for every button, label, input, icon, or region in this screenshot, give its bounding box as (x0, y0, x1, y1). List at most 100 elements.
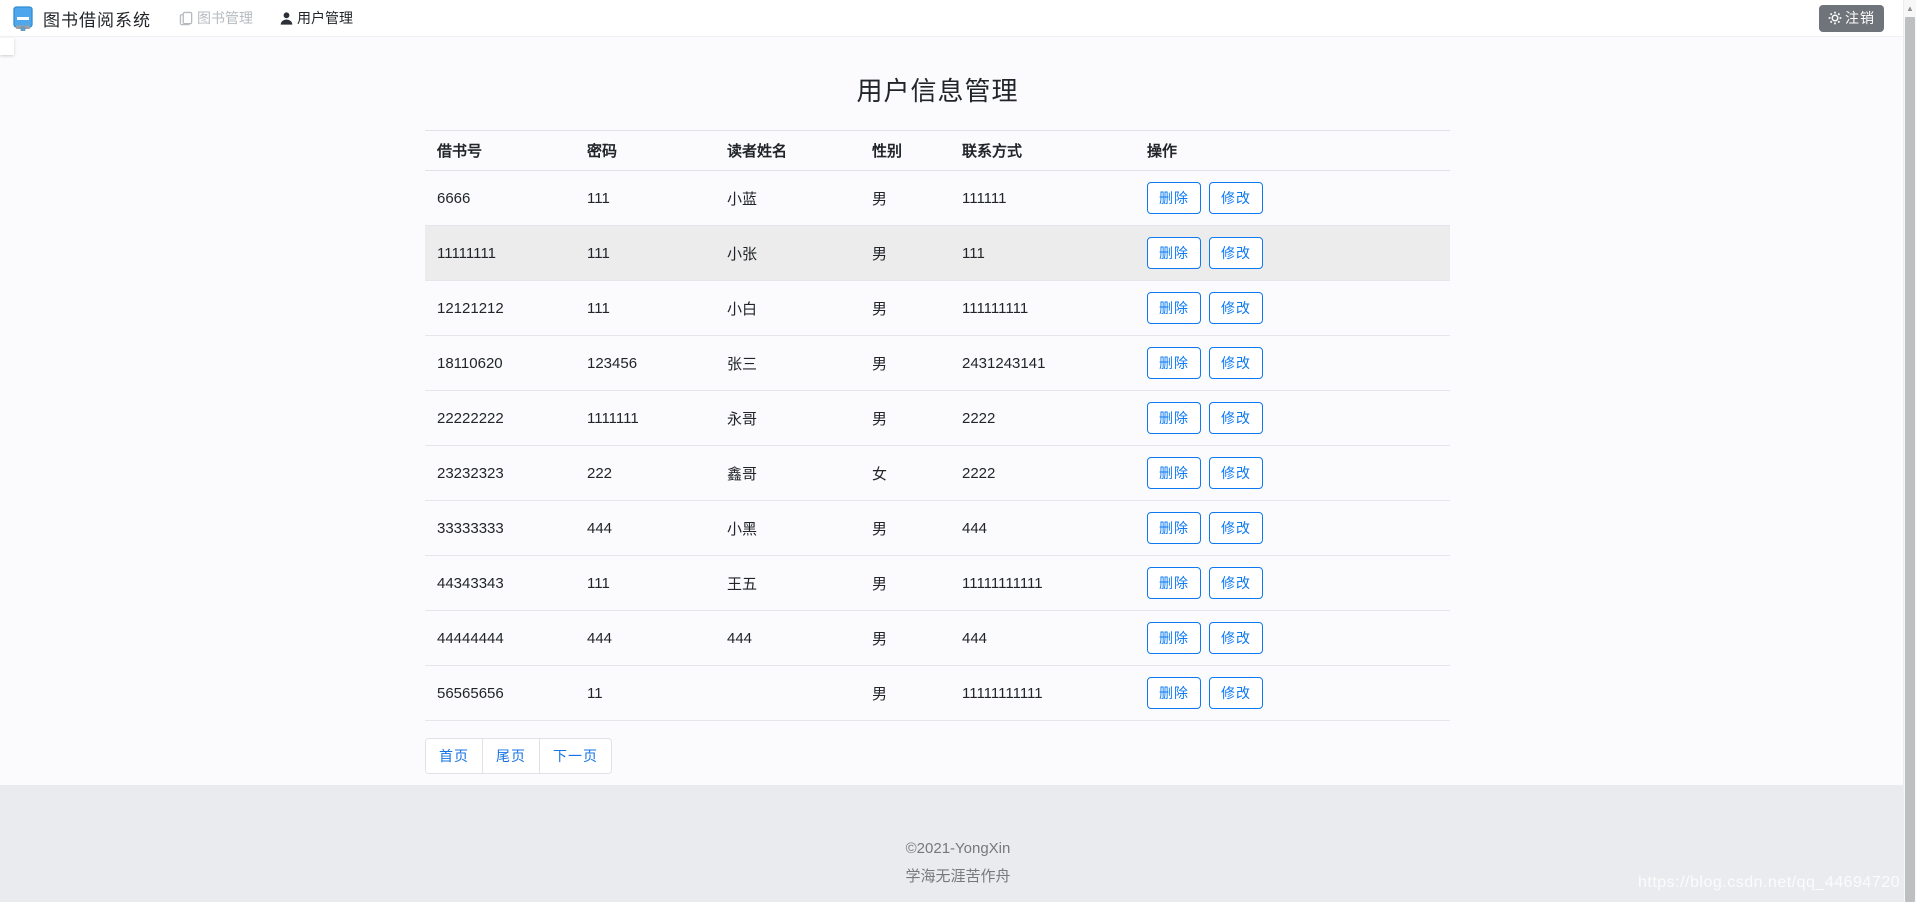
cell-name: 永哥 (715, 391, 860, 446)
motto-text: 学海无涯苦作舟 (0, 865, 1916, 886)
cell-password: 111 (575, 171, 715, 226)
cell-borrow-id: 44444444 (425, 611, 575, 666)
nav-item-book-management[interactable]: 图书管理 (179, 8, 253, 28)
books-icon (179, 11, 194, 26)
cell-actions: 删除修改 (1135, 336, 1450, 391)
table-row: 11111111111小张男111删除修改 (425, 226, 1450, 281)
cell-actions: 删除修改 (1135, 666, 1450, 721)
column-header-gender: 性别 (860, 131, 950, 171)
cell-name: 鑫哥 (715, 446, 860, 501)
delete-button[interactable]: 删除 (1147, 567, 1201, 599)
cell-borrow-id: 44343343 (425, 556, 575, 611)
delete-button[interactable]: 删除 (1147, 512, 1201, 544)
cell-password: 123456 (575, 336, 715, 391)
edit-button[interactable]: 修改 (1209, 292, 1263, 324)
cell-contact: 111 (950, 226, 1135, 281)
table-row: 6666111小蓝男111111删除修改 (425, 171, 1450, 226)
cell-password: 1111111 (575, 391, 715, 446)
cell-name (715, 666, 860, 721)
edit-button[interactable]: 修改 (1209, 567, 1263, 599)
edit-button[interactable]: 修改 (1209, 347, 1263, 379)
pagination: 首页尾页下一页 (425, 738, 612, 774)
delete-button[interactable]: 删除 (1147, 347, 1201, 379)
cell-borrow-id: 22222222 (425, 391, 575, 446)
table-row: 44444444444444男444删除修改 (425, 611, 1450, 666)
brand[interactable]: 图书借阅系统 (12, 6, 151, 31)
cell-gender: 男 (860, 226, 950, 281)
delete-button[interactable]: 删除 (1147, 402, 1201, 434)
nav-item-label: 用户管理 (297, 8, 353, 28)
delete-button[interactable]: 删除 (1147, 457, 1201, 489)
cell-gender: 男 (860, 611, 950, 666)
nav-links: 图书管理 用户管理 (179, 8, 353, 28)
cell-gender: 男 (860, 501, 950, 556)
cell-borrow-id: 56565656 (425, 666, 575, 721)
table-row: 222222221111111永哥男2222删除修改 (425, 391, 1450, 446)
cell-name: 王五 (715, 556, 860, 611)
cell-gender: 女 (860, 446, 950, 501)
copyright-text: ©2021-YongXin (0, 840, 1916, 857)
cell-name: 张三 (715, 336, 860, 391)
logout-label: 注销 (1845, 8, 1875, 28)
cell-actions: 删除修改 (1135, 611, 1450, 666)
cell-contact: 111111 (950, 171, 1135, 226)
vertical-scrollbar[interactable]: ▲ (1903, 0, 1916, 902)
cell-name: 小黑 (715, 501, 860, 556)
delete-button[interactable]: 删除 (1147, 677, 1201, 709)
delete-button[interactable]: 删除 (1147, 182, 1201, 214)
delete-button[interactable]: 删除 (1147, 292, 1201, 324)
pagination-next-button[interactable]: 下一页 (539, 739, 611, 773)
main-content: 用户信息管理 借书号密码读者姓名性别联系方式操作 6666111小蓝男11111… (425, 37, 1450, 774)
cell-password: 11 (575, 666, 715, 721)
navbar: 图书借阅系统 图书管理 用户管理 (0, 0, 1916, 37)
cell-password: 111 (575, 281, 715, 336)
corner-widget (0, 38, 14, 55)
table-row: 33333333444小黑男444删除修改 (425, 501, 1450, 556)
column-header-contact: 联系方式 (950, 131, 1135, 171)
edit-button[interactable]: 修改 (1209, 182, 1263, 214)
cell-contact: 2222 (950, 446, 1135, 501)
edit-button[interactable]: 修改 (1209, 457, 1263, 489)
edit-button[interactable]: 修改 (1209, 512, 1263, 544)
table-row: 44343343111王五男11111111111删除修改 (425, 556, 1450, 611)
cell-name: 小蓝 (715, 171, 860, 226)
cell-contact: 11111111111 (950, 666, 1135, 721)
delete-button[interactable]: 删除 (1147, 622, 1201, 654)
watermark: https://blog.csdn.net/qq_44694720 (1638, 874, 1900, 892)
cell-password: 111 (575, 226, 715, 281)
cell-actions: 删除修改 (1135, 446, 1450, 501)
cell-contact: 11111111111 (950, 556, 1135, 611)
cell-name: 小张 (715, 226, 860, 281)
scrollbar-up-arrow-icon[interactable]: ▲ (1904, 3, 1916, 15)
delete-button[interactable]: 删除 (1147, 237, 1201, 269)
cell-gender: 男 (860, 391, 950, 446)
table-header: 借书号密码读者姓名性别联系方式操作 (425, 131, 1450, 171)
column-header-actions: 操作 (1135, 131, 1450, 171)
user-icon (279, 11, 294, 26)
edit-button[interactable]: 修改 (1209, 402, 1263, 434)
cell-actions: 删除修改 (1135, 501, 1450, 556)
cell-actions: 删除修改 (1135, 281, 1450, 336)
edit-button[interactable]: 修改 (1209, 622, 1263, 654)
cell-password: 222 (575, 446, 715, 501)
cell-name: 小白 (715, 281, 860, 336)
logout-button[interactable]: 注销 (1819, 5, 1884, 32)
table-row: 18110620123456张三男2431243141删除修改 (425, 336, 1450, 391)
nav-item-user-management[interactable]: 用户管理 (279, 8, 353, 28)
cell-borrow-id: 23232323 (425, 446, 575, 501)
cell-gender: 男 (860, 171, 950, 226)
pagination-first-button[interactable]: 首页 (426, 739, 482, 773)
cell-gender: 男 (860, 556, 950, 611)
column-header-password: 密码 (575, 131, 715, 171)
scrollbar-thumb[interactable] (1905, 17, 1915, 902)
cell-password: 444 (575, 611, 715, 666)
edit-button[interactable]: 修改 (1209, 677, 1263, 709)
cell-contact: 444 (950, 611, 1135, 666)
table-row: 5656565611男11111111111删除修改 (425, 666, 1450, 721)
gear-icon (1828, 11, 1842, 25)
page-title: 用户信息管理 (425, 71, 1450, 108)
table-row: 23232323222鑫哥女2222删除修改 (425, 446, 1450, 501)
column-header-reader-name: 读者姓名 (715, 131, 860, 171)
edit-button[interactable]: 修改 (1209, 237, 1263, 269)
pagination-last-button[interactable]: 尾页 (482, 739, 539, 773)
